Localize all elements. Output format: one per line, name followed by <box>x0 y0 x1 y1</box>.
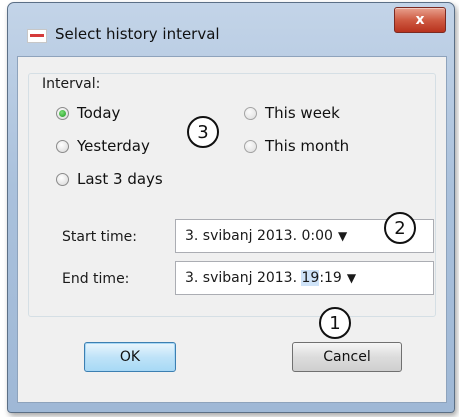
start-time-value[interactable]: 3. svibanj 2013. 0:00 <box>185 228 333 244</box>
radio-today[interactable]: Today <box>56 104 120 122</box>
window-title: Select history interval <box>55 25 220 43</box>
radio-yesterday-label: Yesterday <box>77 137 150 155</box>
ok-button[interactable]: OK <box>84 342 176 372</box>
radio-this-week-label: This week <box>265 104 340 122</box>
interval-label: Interval: <box>42 76 101 92</box>
end-time-value-prefix[interactable]: 3. svibanj 2013. <box>185 270 301 286</box>
radio-yesterday[interactable]: Yesterday <box>56 137 150 155</box>
title-bar[interactable]: Select history interval x <box>8 3 454 55</box>
radio-this-month[interactable]: This month <box>244 137 349 155</box>
dialog-client-area: Interval: Today Yesterday Last 3 days Th… <box>17 56 447 403</box>
radio-unchecked-icon[interactable] <box>244 106 257 120</box>
radio-checked-icon[interactable] <box>56 106 69 120</box>
end-time-picker[interactable]: 3. svibanj 2013. 19 :19 ▼ <box>175 261 434 295</box>
end-time-hour-selected[interactable]: 19 <box>301 270 320 286</box>
radio-last-3-days-label: Last 3 days <box>77 170 163 188</box>
dialog-window: Select history interval x Interval: Toda… <box>7 2 455 413</box>
radio-last-3-days[interactable]: Last 3 days <box>56 170 163 188</box>
radio-this-week[interactable]: This week <box>244 104 340 122</box>
app-icon <box>27 29 47 43</box>
radio-unchecked-icon[interactable] <box>56 172 69 186</box>
start-time-label: Start time: <box>62 229 137 245</box>
callout-1: 1 <box>319 307 351 339</box>
radio-this-month-label: This month <box>265 137 350 155</box>
callout-2: 2 <box>384 212 416 244</box>
radio-unchecked-icon[interactable] <box>56 139 69 153</box>
end-time-label: End time: <box>62 271 130 287</box>
close-button[interactable]: x <box>394 7 446 33</box>
callout-3: 3 <box>187 116 219 148</box>
radio-unchecked-icon[interactable] <box>244 139 257 153</box>
end-time-value-suffix[interactable]: :19 <box>319 270 342 286</box>
start-time-dropdown-icon[interactable]: ▼ <box>338 229 347 243</box>
radio-today-label: Today <box>77 104 121 122</box>
end-time-dropdown-icon[interactable]: ▼ <box>347 271 356 285</box>
cancel-button[interactable]: Cancel <box>292 342 402 372</box>
